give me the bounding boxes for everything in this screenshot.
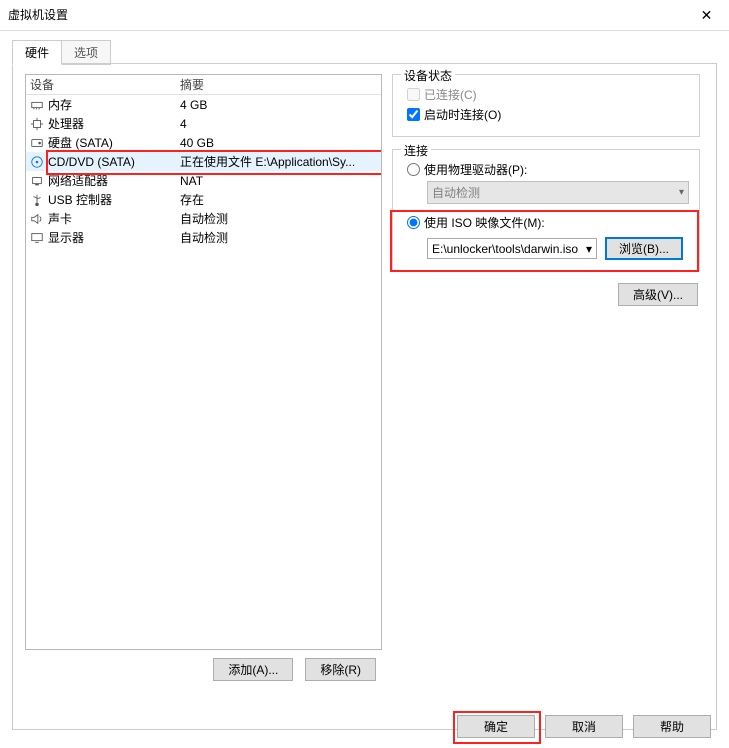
window-title: 虚拟机设置 <box>8 0 68 30</box>
device-name: 显示器 <box>48 229 84 246</box>
use-iso-radio[interactable] <box>407 216 420 229</box>
detail-column: 设备状态 已连接(C) 启动时连接(O) 连接 使用物理驱动器(P): <box>382 74 704 719</box>
sound-icon <box>30 212 44 226</box>
add-label: 添加(A)... <box>228 663 278 677</box>
browse-button[interactable]: 浏览(B)... <box>605 237 683 260</box>
add-button[interactable]: 添加(A)... <box>213 658 293 681</box>
device-name: 网络适配器 <box>48 172 108 189</box>
cancel-button[interactable]: 取消 <box>545 715 623 738</box>
device-status-legend: 设备状态 <box>401 67 455 84</box>
device-status-group: 设备状态 已连接(C) 启动时连接(O) <box>392 74 700 137</box>
display-icon <box>30 231 44 245</box>
device-summary: 自动检测 <box>180 210 381 227</box>
iso-path-value: E:\unlocker\tools\darwin.iso <box>432 242 578 256</box>
hw-row-display[interactable]: 显示器 自动检测 <box>26 228 381 247</box>
device-summary: 存在 <box>180 191 381 208</box>
device-name: 内存 <box>48 96 72 113</box>
hardware-list[interactable]: 设备 摘要 内存 4 GB 处理器 4 硬盘 (SATA) <box>25 74 382 650</box>
connected-checkbox[interactable] <box>407 88 420 101</box>
tab-hardware[interactable]: 硬件 <box>12 40 62 65</box>
device-summary: 正在使用文件 E:\Application\Sy... <box>180 153 381 170</box>
connect-startup-label: 启动时连接(O) <box>424 106 501 123</box>
device-name: 硬盘 (SATA) <box>48 134 113 151</box>
physical-drive-value: 自动检测 <box>432 184 480 201</box>
hw-row-cddvd[interactable]: CD/DVD (SATA) 正在使用文件 E:\Application\Sy..… <box>26 152 381 171</box>
help-button[interactable]: 帮助 <box>633 715 711 738</box>
disc-icon <box>30 155 44 169</box>
use-iso-radio-row[interactable]: 使用 ISO 映像文件(M): <box>407 214 689 231</box>
dialog-footer: 确定 取消 帮助 <box>457 715 711 738</box>
device-summary: 4 GB <box>180 98 381 112</box>
use-physical-label: 使用物理驱动器(P): <box>424 161 527 178</box>
use-physical-radio[interactable] <box>407 163 420 176</box>
connected-checkbox-row[interactable]: 已连接(C) <box>407 86 689 103</box>
hw-row-cpu[interactable]: 处理器 4 <box>26 114 381 133</box>
device-name: 声卡 <box>48 210 72 227</box>
chevron-down-icon: ▾ <box>679 187 684 198</box>
col-device: 设备 <box>30 76 180 93</box>
physical-drive-combo[interactable]: 自动检测 ▾ <box>427 181 689 204</box>
iso-path-combo[interactable]: E:\unlocker\tools\darwin.iso ▾ <box>427 238 597 259</box>
col-summary: 摘要 <box>180 76 381 93</box>
connection-group: 连接 使用物理驱动器(P): 自动检测 ▾ 使用 ISO 映像文件(M): <box>392 149 700 271</box>
connection-legend: 连接 <box>401 142 431 159</box>
hardware-column: 设备 摘要 内存 4 GB 处理器 4 硬盘 (SATA) <box>25 74 382 719</box>
titlebar: 虚拟机设置 ✕ <box>0 0 729 31</box>
tabs: 硬件 选项 <box>12 39 717 64</box>
memory-icon <box>30 98 44 112</box>
tab-label: 硬件 <box>25 46 49 60</box>
hdd-icon <box>30 136 44 150</box>
hw-row-sound[interactable]: 声卡 自动检测 <box>26 209 381 228</box>
cancel-label: 取消 <box>572 720 596 734</box>
use-physical-radio-row[interactable]: 使用物理驱动器(P): <box>407 161 689 178</box>
connected-label: 已连接(C) <box>424 86 477 103</box>
hardware-list-header: 设备 摘要 <box>26 75 381 95</box>
advanced-button[interactable]: 高级(V)... <box>618 283 698 306</box>
close-icon: ✕ <box>701 7 713 23</box>
nic-icon <box>30 174 44 188</box>
help-label: 帮助 <box>660 720 684 734</box>
hw-row-nic[interactable]: 网络适配器 NAT <box>26 171 381 190</box>
ok-button[interactable]: 确定 <box>457 715 535 738</box>
tab-options[interactable]: 选项 <box>61 40 111 65</box>
browse-label: 浏览(B)... <box>619 242 669 256</box>
device-name: 处理器 <box>48 115 84 132</box>
device-summary: 自动检测 <box>180 229 381 246</box>
device-summary: 40 GB <box>180 136 381 150</box>
advanced-label: 高级(V)... <box>633 288 683 302</box>
tab-label: 选项 <box>74 46 98 60</box>
remove-button[interactable]: 移除(R) <box>305 658 376 681</box>
cpu-icon <box>30 117 44 131</box>
connect-startup-checkbox-row[interactable]: 启动时连接(O) <box>407 106 689 123</box>
tab-panel: 设备 摘要 内存 4 GB 处理器 4 硬盘 (SATA) <box>12 63 717 730</box>
device-name: CD/DVD (SATA) <box>48 155 135 169</box>
remove-label: 移除(R) <box>320 663 361 677</box>
device-summary: 4 <box>180 117 381 131</box>
usb-icon <box>30 193 44 207</box>
device-name: USB 控制器 <box>48 191 112 208</box>
close-button[interactable]: ✕ <box>684 0 729 30</box>
ok-label: 确定 <box>484 720 508 734</box>
hw-row-usb[interactable]: USB 控制器 存在 <box>26 190 381 209</box>
use-iso-label: 使用 ISO 映像文件(M): <box>424 214 545 231</box>
device-summary: NAT <box>180 174 381 188</box>
hw-row-memory[interactable]: 内存 4 GB <box>26 95 381 114</box>
connect-startup-checkbox[interactable] <box>407 108 420 121</box>
chevron-down-icon: ▾ <box>586 242 592 256</box>
hw-row-hdd[interactable]: 硬盘 (SATA) 40 GB <box>26 133 381 152</box>
